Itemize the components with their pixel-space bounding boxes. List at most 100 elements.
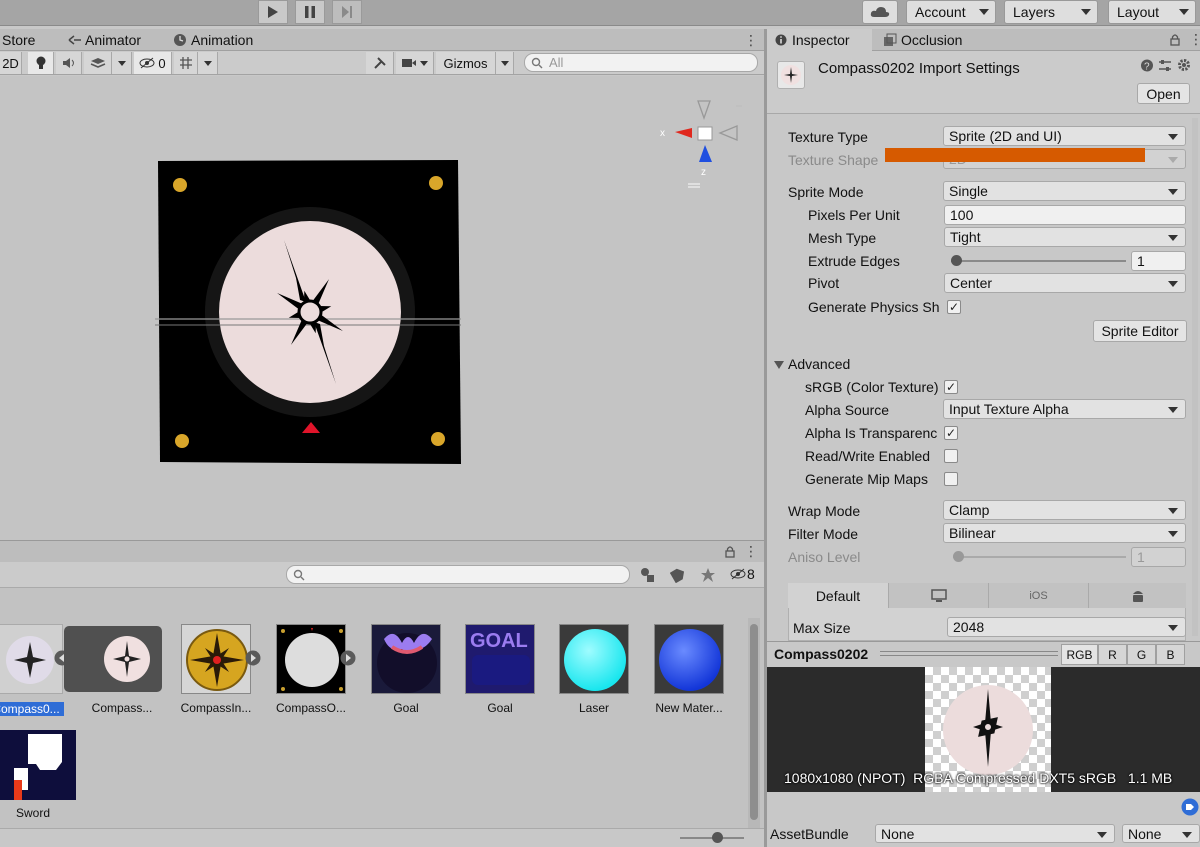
- open-button[interactable]: Open: [1137, 83, 1190, 104]
- star-icon[interactable]: [700, 567, 716, 583]
- channel-b-button[interactable]: B: [1156, 644, 1185, 665]
- project-toolbar: 8: [0, 562, 764, 588]
- scene-search-input[interactable]: All: [524, 53, 758, 72]
- hidden-packages-toggle[interactable]: 8: [730, 566, 755, 582]
- camera-button[interactable]: [396, 52, 434, 74]
- step-button[interactable]: [332, 0, 362, 24]
- mip-maps-checkbox[interactable]: [944, 472, 958, 486]
- chevron-down-icon: [1182, 832, 1192, 838]
- filter-by-type-icon[interactable]: [640, 567, 656, 583]
- sprite-mode-dropdown[interactable]: Single: [943, 181, 1186, 201]
- assetbundle-dropdown[interactable]: None: [875, 824, 1115, 843]
- expand-arrow-icon[interactable]: [245, 650, 261, 666]
- mode-2d-toggle[interactable]: 2D: [0, 52, 22, 74]
- lock-icon[interactable]: [724, 545, 736, 558]
- gear-icon[interactable]: [1177, 58, 1191, 72]
- pause-button[interactable]: [295, 0, 325, 24]
- srgb-checkbox[interactable]: ✓: [944, 380, 958, 394]
- asset-item[interactable]: Laser: [554, 624, 634, 715]
- scene-viewport[interactable]: x z: [0, 76, 764, 540]
- advanced-foldout-label[interactable]: Advanced: [788, 356, 850, 372]
- platform-tab-android[interactable]: [1088, 583, 1186, 608]
- asset-item[interactable]: Compass0...: [0, 624, 68, 716]
- wrap-mode-dropdown[interactable]: Clamp: [943, 500, 1186, 520]
- texture-preview[interactable]: 1080x1080 (NPOT) RGBA Compressed DXT5 sR…: [767, 667, 1200, 792]
- tab-inspector[interactable]: Inspector: [767, 29, 872, 51]
- play-button[interactable]: [258, 0, 288, 24]
- channel-r-button[interactable]: R: [1098, 644, 1127, 665]
- zoom-slider-knob[interactable]: [712, 832, 723, 843]
- foldout-arrow-icon[interactable]: [774, 361, 784, 369]
- asset-labels-icon[interactable]: [1181, 798, 1199, 816]
- platform-tab-ios[interactable]: iOS: [988, 583, 1088, 608]
- filter-mode-dropdown[interactable]: Bilinear: [943, 523, 1186, 543]
- hidden-objects-toggle[interactable]: 0: [134, 52, 172, 74]
- tab-animator[interactable]: Animator: [68, 29, 141, 51]
- tab-store[interactable]: Store: [2, 29, 35, 51]
- assetbundle-variant-dropdown[interactable]: None: [1122, 824, 1200, 843]
- sprite-editor-button[interactable]: Sprite Editor: [1093, 320, 1187, 342]
- pivot-dropdown[interactable]: Center: [944, 273, 1186, 293]
- presets-icon[interactable]: [1158, 59, 1172, 72]
- asset-item[interactable]: Compass...: [82, 624, 162, 715]
- compass-sprite[interactable]: [155, 160, 463, 466]
- lock-icon[interactable]: [1169, 33, 1181, 46]
- gizmos-dropdown[interactable]: [496, 52, 514, 74]
- asset-item[interactable]: CompassO...: [271, 624, 351, 715]
- kebab-menu-icon[interactable]: ⋮: [744, 543, 758, 560]
- alpha-source-label: Alpha Source: [805, 402, 890, 418]
- texture-type-dropdown[interactable]: Sprite (2D and UI): [943, 126, 1186, 146]
- tools-button[interactable]: [366, 52, 394, 74]
- asset-item[interactable]: New Mater...: [649, 624, 729, 715]
- alpha-transparency-checkbox[interactable]: ✓: [944, 426, 958, 440]
- read-write-checkbox[interactable]: [944, 449, 958, 463]
- asset-thumbnail: GOAL: [465, 624, 535, 694]
- layers-dropdown[interactable]: Layers: [1004, 0, 1098, 24]
- channel-label: G: [1136, 647, 1147, 662]
- inspector-scrollbar[interactable]: [1192, 118, 1198, 636]
- step-icon: [342, 6, 352, 18]
- grid-toggle[interactable]: [174, 52, 198, 74]
- mesh-type-dropdown[interactable]: Tight: [944, 227, 1186, 247]
- asset-item[interactable]: Goal: [366, 624, 446, 715]
- kebab-menu-icon[interactable]: ⋮: [744, 32, 758, 49]
- generate-physics-checkbox[interactable]: ✓: [947, 300, 961, 314]
- texture-info-text: 1080x1080 (NPOT) RGBA Compressed DXT5 sR…: [784, 770, 1173, 786]
- kebab-menu-icon[interactable]: ⋮: [1189, 31, 1200, 48]
- effects-dropdown[interactable]: [112, 52, 132, 74]
- filter-by-label-icon[interactable]: [670, 567, 686, 583]
- cloud-button[interactable]: [862, 0, 898, 24]
- pixels-per-unit-input[interactable]: 100: [944, 205, 1186, 225]
- project-search-input[interactable]: [286, 565, 630, 584]
- asset-item[interactable]: Sword: [0, 730, 76, 820]
- gizmos-button[interactable]: Gizmos: [436, 52, 496, 74]
- audio-toggle[interactable]: [56, 52, 82, 74]
- extrude-edges-slider[interactable]: [951, 260, 1126, 262]
- asset-label: Compass...: [91, 701, 153, 715]
- orientation-gizmo[interactable]: x z: [656, 98, 746, 188]
- asset-item[interactable]: CompassIn...: [176, 624, 256, 715]
- svg-text:?: ?: [1144, 62, 1150, 73]
- channel-g-button[interactable]: G: [1127, 644, 1156, 665]
- tab-animation[interactable]: Animation: [173, 29, 253, 51]
- account-dropdown[interactable]: Account: [906, 0, 996, 24]
- lighting-toggle[interactable]: [28, 52, 54, 74]
- tab-occlusion[interactable]: Occlusion: [883, 29, 962, 51]
- extrude-edges-input[interactable]: 1: [1131, 251, 1186, 271]
- max-size-dropdown[interactable]: 2048: [947, 617, 1186, 637]
- channel-rgb-button[interactable]: RGB: [1061, 644, 1098, 665]
- platform-tab-default[interactable]: Default: [788, 583, 888, 608]
- asset-item[interactable]: GOAL Goal: [460, 624, 540, 715]
- preview-drag-handle[interactable]: [880, 651, 1058, 656]
- extrude-edges-knob[interactable]: [951, 255, 962, 266]
- asset-thumbnail: [87, 624, 157, 694]
- scrollbar-thumb[interactable]: [750, 624, 758, 820]
- project-scrollbar[interactable]: [748, 618, 760, 828]
- layout-dropdown[interactable]: Layout: [1108, 0, 1196, 24]
- effects-toggle[interactable]: [84, 52, 112, 74]
- platform-tab-standalone[interactable]: [888, 583, 988, 608]
- alpha-source-dropdown[interactable]: Input Texture Alpha: [943, 399, 1186, 419]
- expand-arrow-icon[interactable]: [340, 650, 356, 666]
- help-icon[interactable]: ?: [1141, 59, 1153, 72]
- grid-dropdown[interactable]: [198, 52, 218, 74]
